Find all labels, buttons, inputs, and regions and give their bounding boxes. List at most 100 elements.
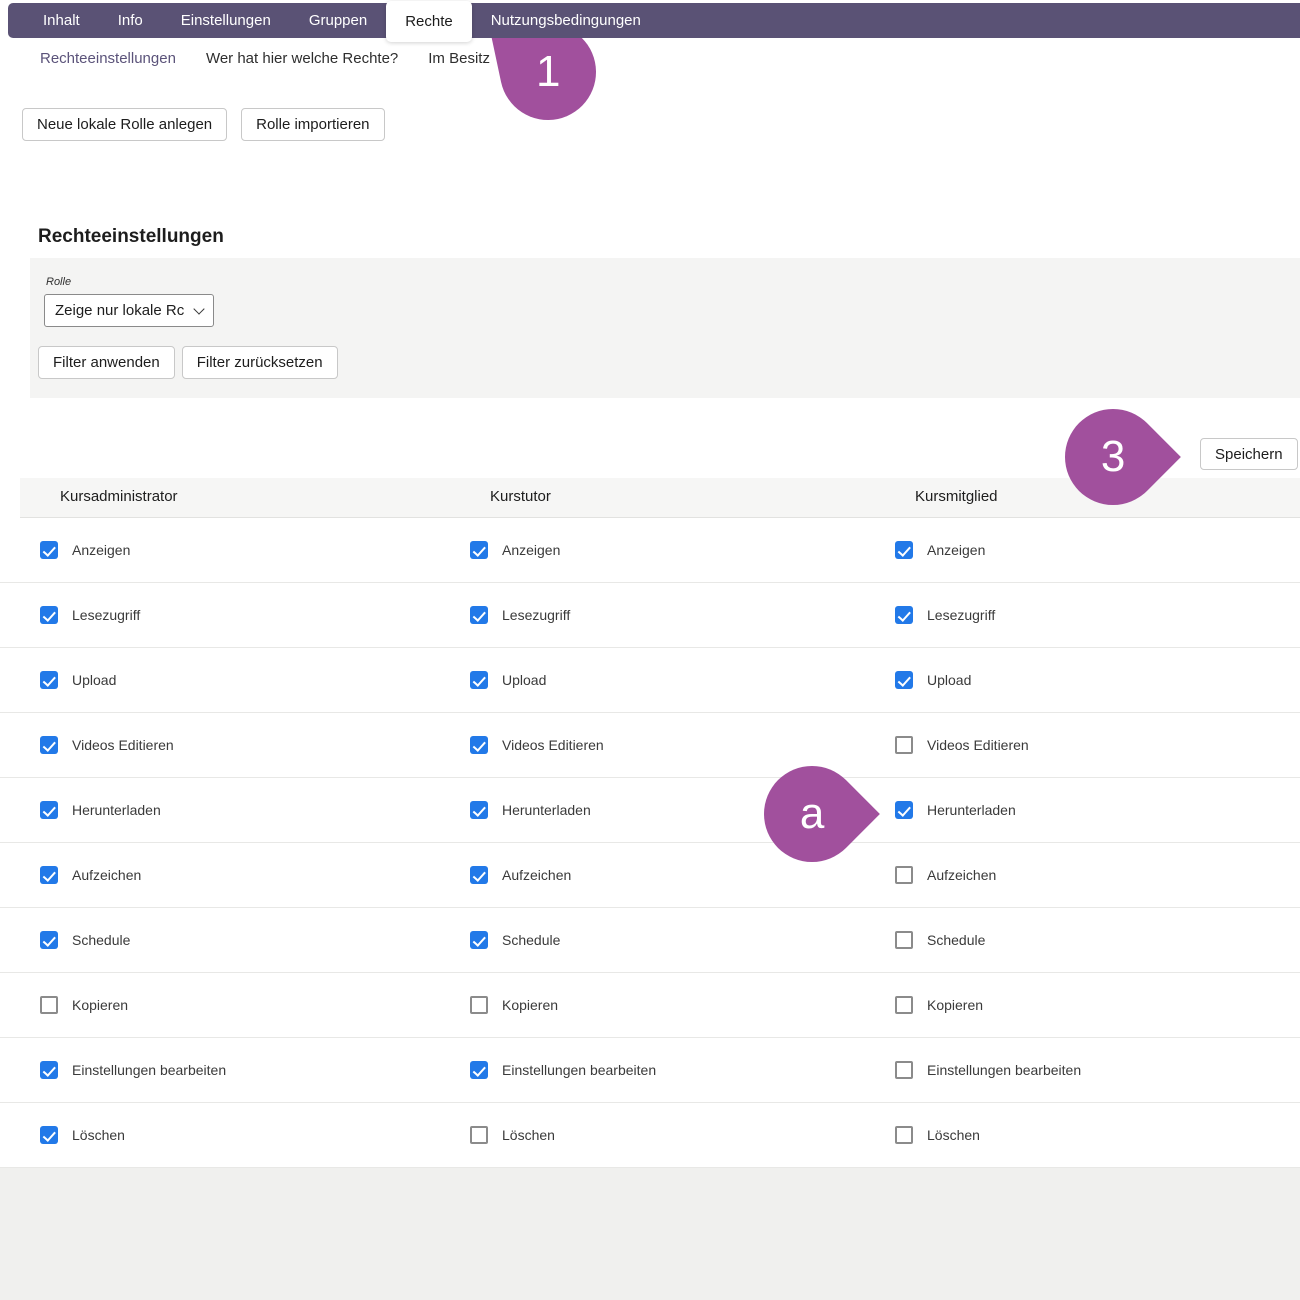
permission-cell: Löschen: [470, 1103, 555, 1167]
permission-cell: Videos Editieren: [470, 713, 604, 777]
permission-cell: Aufzeichen: [895, 843, 996, 907]
permission-label: Herunterladen: [927, 802, 1016, 818]
permission-row-lesezugriff: Lesezugriff Lesezugriff Lesezugriff: [0, 583, 1300, 648]
annotation-balloon-1-label: 1: [536, 50, 560, 94]
tab-inhalt[interactable]: Inhalt: [24, 3, 99, 38]
role-actions: Neue lokale Rolle anlegen Rolle importie…: [22, 108, 385, 141]
permission-label: Anzeigen: [502, 542, 560, 558]
checkbox-aufzeichen-kursadministrator[interactable]: [40, 866, 58, 884]
permission-label: Löschen: [927, 1127, 980, 1143]
checkbox-videos-editieren-kursadministrator[interactable]: [40, 736, 58, 754]
permission-label: Anzeigen: [927, 542, 985, 558]
checkbox-videos-editieren-kurstutor[interactable]: [470, 736, 488, 754]
import-role-button[interactable]: Rolle importieren: [241, 108, 384, 141]
role-select-dropdown[interactable]: Zeige nur lokale Rc: [44, 294, 214, 327]
tab-rechte[interactable]: Rechte: [386, 1, 472, 42]
annotation-balloon-3-label: 3: [1101, 435, 1125, 479]
permission-label: Upload: [927, 672, 971, 688]
permission-label: Videos Editieren: [502, 737, 604, 753]
subtab-rechteeinstellungen[interactable]: Rechteeinstellungen: [40, 50, 176, 67]
checkbox-anzeigen-kursmitglied[interactable]: [895, 541, 913, 559]
new-local-role-button[interactable]: Neue lokale Rolle anlegen: [22, 108, 227, 141]
filter-reset-button[interactable]: Filter zurücksetzen: [182, 346, 338, 379]
checkbox-lesezugriff-kurstutor[interactable]: [470, 606, 488, 624]
permission-label: Schedule: [72, 932, 130, 948]
permission-row-kopieren: KopierenKopierenKopieren: [0, 973, 1300, 1038]
subtab-wer-hat-hier-welche-rechte[interactable]: Wer hat hier welche Rechte?: [206, 50, 398, 67]
permission-cell: Löschen: [895, 1103, 980, 1167]
permission-cell: Anzeigen: [40, 518, 130, 582]
permission-label: Lesezugriff: [502, 607, 570, 623]
permission-cell: Schedule: [40, 908, 130, 972]
permission-cell: Videos Editieren: [895, 713, 1029, 777]
tab-gruppen[interactable]: Gruppen: [290, 3, 386, 38]
permission-cell: Löschen: [40, 1103, 125, 1167]
permission-cell: Anzeigen: [470, 518, 560, 582]
checkbox-videos-editieren-kursmitglied[interactable]: [895, 736, 913, 754]
permission-row-einstellungen-bearbeiten: Einstellungen bearbeiten Einstellungen be…: [0, 1038, 1300, 1103]
permission-label: Herunterladen: [502, 802, 591, 818]
role-select-value: Zeige nur lokale Rc: [55, 302, 184, 319]
permission-label: Schedule: [927, 932, 985, 948]
permission-cell: Upload: [470, 648, 546, 712]
tab-einstellungen[interactable]: Einstellungen: [162, 3, 290, 38]
checkbox-aufzeichen-kurstutor[interactable]: [470, 866, 488, 884]
permission-cell: Anzeigen: [895, 518, 985, 582]
permission-row-l-schen: Löschen Löschen Löschen: [0, 1103, 1300, 1168]
permission-label: Videos Editieren: [927, 737, 1029, 753]
checkbox-herunterladen-kursadministrator[interactable]: [40, 801, 58, 819]
permission-cell: Upload: [40, 648, 116, 712]
permission-label: Einstellungen bearbeiten: [502, 1062, 656, 1078]
permission-label: Aufzeichen: [72, 867, 141, 883]
checkbox-schedule-kursadministrator[interactable]: [40, 931, 58, 949]
sub-nav: Rechteeinstellungen Wer hat hier welche R…: [40, 50, 490, 67]
permission-row-aufzeichen: Aufzeichen Aufzeichen Aufzeichen: [0, 843, 1300, 908]
tab-info[interactable]: Info: [99, 3, 162, 38]
checkbox-l-schen-kursmitglied[interactable]: [895, 1126, 913, 1144]
checkbox-aufzeichen-kursmitglied[interactable]: [895, 866, 913, 884]
checkbox-schedule-kurstutor[interactable]: [470, 931, 488, 949]
permission-label: Kopieren: [502, 997, 558, 1013]
checkbox-kopieren-kurstutor[interactable]: [470, 996, 488, 1014]
checkbox-l-schen-kursadministrator[interactable]: [40, 1126, 58, 1144]
checkbox-schedule-kursmitglied[interactable]: [895, 931, 913, 949]
permission-cell: Videos Editieren: [40, 713, 174, 777]
checkbox-anzeigen-kursadministrator[interactable]: [40, 541, 58, 559]
permission-label: Videos Editieren: [72, 737, 174, 753]
permission-cell: Lesezugriff: [470, 583, 570, 647]
checkbox-lesezugriff-kursadministrator[interactable]: [40, 606, 58, 624]
permission-cell: Upload: [895, 648, 971, 712]
tab-nutzungsbedingungen[interactable]: Nutzungsbedingungen: [472, 3, 660, 38]
checkbox-anzeigen-kurstutor[interactable]: [470, 541, 488, 559]
checkbox-herunterladen-kurstutor[interactable]: [470, 801, 488, 819]
permission-cell: Schedule: [470, 908, 560, 972]
permission-cell: Einstellungen bearbeiten: [895, 1038, 1081, 1102]
checkbox-kopieren-kursadministrator[interactable]: [40, 996, 58, 1014]
checkbox-herunterladen-kursmitglied[interactable]: [895, 801, 913, 819]
save-button[interactable]: Speichern: [1200, 438, 1298, 470]
column-header-kurstutor: Kurstutor: [490, 488, 551, 505]
permission-label: Upload: [502, 672, 546, 688]
checkbox-upload-kursadministrator[interactable]: [40, 671, 58, 689]
subtab-im-besitz[interactable]: Im Besitz: [428, 50, 490, 67]
checkbox-l-schen-kurstutor[interactable]: [470, 1126, 488, 1144]
checkbox-kopieren-kursmitglied[interactable]: [895, 996, 913, 1014]
filter-panel: Rolle Zeige nur lokale Rc Filter anwende…: [30, 258, 1300, 398]
column-header-kursadministrator: Kursadministrator: [60, 488, 178, 505]
permission-label: Lesezugriff: [72, 607, 140, 623]
permission-cell: Aufzeichen: [470, 843, 571, 907]
checkbox-einstellungen-bearbeiten-kurstutor[interactable]: [470, 1061, 488, 1079]
permission-cell: Herunterladen: [895, 778, 1016, 842]
checkbox-lesezugriff-kursmitglied[interactable]: [895, 606, 913, 624]
checkbox-einstellungen-bearbeiten-kursmitglied[interactable]: [895, 1061, 913, 1079]
checkbox-upload-kurstutor[interactable]: [470, 671, 488, 689]
permission-label: Lesezugriff: [927, 607, 995, 623]
filter-apply-button[interactable]: Filter anwenden: [38, 346, 175, 379]
permission-cell: Lesezugriff: [40, 583, 140, 647]
permission-label: Aufzeichen: [502, 867, 571, 883]
checkbox-einstellungen-bearbeiten-kursadministrator[interactable]: [40, 1061, 58, 1079]
permission-cell: Aufzeichen: [40, 843, 141, 907]
permissions-table: AnzeigenAnzeigenAnzeigenLesezugriffLesez…: [0, 518, 1300, 1168]
checkbox-upload-kursmitglied[interactable]: [895, 671, 913, 689]
permission-label: Einstellungen bearbeiten: [927, 1062, 1081, 1078]
